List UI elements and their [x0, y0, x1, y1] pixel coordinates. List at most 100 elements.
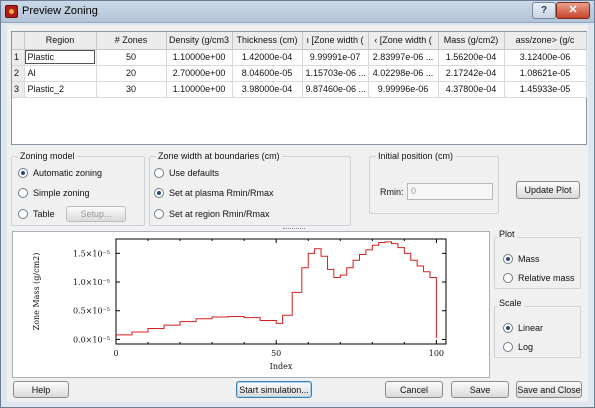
col-header-mass-per-zone[interactable]: ass/zone> (g/c — [504, 32, 587, 50]
close-window-button[interactable]: ✕ — [556, 2, 590, 19]
cell-max-zone-width[interactable]: 4.02298e-06 ... — [368, 65, 439, 82]
plot-area: 0 50 100 0.0×10⁻⁵ 0.5×10⁻⁵ 1.0×10⁻⁵ 1.5×10⁻⁵ In… — [12, 231, 490, 378]
app-icon — [5, 5, 18, 18]
radio-label: Use defaults — [169, 168, 220, 178]
cell-zones[interactable]: 30 — [96, 81, 167, 98]
radio-button[interactable] — [154, 209, 164, 219]
cell-max-zone-width[interactable]: 2.83997e-06 ... — [368, 49, 439, 66]
x-axis-label: Index — [270, 362, 293, 371]
plot-label: Plot — [497, 229, 517, 239]
col-header-min-zone-width[interactable]: ı [Zone width ( — [302, 32, 369, 50]
radio-simple-zoning[interactable]: Simple zoning — [18, 188, 90, 198]
y-tick-label: 1.0×10⁻⁵ — [73, 278, 110, 287]
start-simulation-button[interactable]: Start simulation... — [236, 381, 312, 398]
help-button[interactable]: Help — [13, 381, 69, 398]
radio-log[interactable]: Log — [503, 342, 533, 352]
cell-thickness[interactable]: 1.42000e-04 — [232, 49, 303, 66]
cell-density[interactable]: 2.70000e+00 — [166, 65, 233, 82]
window-title: Preview Zoning — [22, 5, 98, 17]
cell-density[interactable]: 1.10000e+00 — [166, 81, 233, 98]
cancel-button[interactable]: Cancel — [385, 381, 443, 398]
preview-zoning-window: Preview Zoning ? ✕ Region # Zones Densit… — [0, 0, 595, 408]
radio-label: Simple zoning — [33, 188, 90, 198]
radio-plasma-rmin-rmax[interactable]: Set at plasma Rmin/Rmax — [154, 188, 274, 198]
table-row[interactable]: 1 Plastic 50 1.10000e+00 1.42000e-04 9.9… — [12, 49, 587, 66]
y-axis-label: Zone Mass (g/cm2) — [32, 253, 41, 331]
cell-thickness[interactable]: 8.04600e-05 — [232, 65, 303, 82]
cell-max-zone-width[interactable]: 9.99996e-06 — [368, 81, 439, 98]
col-header-density[interactable]: Density (g/cm3 — [166, 32, 233, 50]
cell-mass[interactable]: 1.56200e-04 — [438, 49, 505, 66]
setup-button[interactable]: Setup... — [66, 206, 126, 222]
radio-button[interactable] — [503, 323, 513, 333]
radio-region-rmin-rmax[interactable]: Set at region Rmin/Rmax — [154, 209, 270, 219]
cell-zones[interactable]: 20 — [96, 65, 167, 82]
row-index[interactable]: 1 — [12, 49, 25, 66]
title-help-button[interactable]: ? — [532, 2, 556, 19]
radio-label: Set at plasma Rmin/Rmax — [169, 188, 274, 198]
radio-label: Linear — [518, 323, 544, 333]
cell-mass[interactable]: 4.37800e-04 — [438, 81, 505, 98]
cell-zones[interactable]: 50 — [96, 49, 167, 66]
scale-group: Scale Linear Log — [494, 298, 581, 358]
zone-width-group: Zone width at boundaries (cm) Use defaul… — [149, 151, 351, 226]
radio-button[interactable] — [503, 342, 513, 352]
cell-thickness[interactable]: 3.98000e-04 — [232, 81, 303, 98]
cell-density[interactable]: 1.10000e+00 — [166, 49, 233, 66]
radio-label: Set at region Rmin/Rmax — [169, 209, 270, 219]
row-index[interactable]: 2 — [12, 65, 25, 82]
plot-axes-frame — [115, 238, 447, 345]
radio-label: Automatic zoning — [33, 168, 103, 178]
radio-button[interactable] — [503, 273, 513, 283]
radio-linear[interactable]: Linear — [503, 323, 543, 333]
title-bar[interactable]: Preview Zoning ? ✕ — [1, 1, 594, 23]
save-and-close-button[interactable]: Save and Close — [516, 381, 582, 398]
table-row[interactable]: 2 Al 20 2.70000e+00 8.04600e-05 1.15703e… — [12, 65, 587, 82]
cell-mass-per-zone[interactable]: 3.12400e-06 — [504, 49, 587, 66]
regions-table[interactable]: Region # Zones Density (g/cm3 Thickness … — [11, 31, 587, 145]
save-button[interactable]: Save — [451, 381, 509, 398]
radio-button[interactable] — [18, 168, 28, 178]
radio-mass[interactable]: Mass — [503, 254, 540, 264]
col-header-max-zone-width[interactable]: ‹ [Zone width ( — [368, 32, 439, 50]
scale-label: Scale — [497, 298, 524, 308]
radio-table[interactable]: Table — [18, 209, 55, 219]
rmin-input[interactable]: 0 — [407, 183, 493, 200]
rmin-label: Rmin: — [380, 187, 404, 197]
radio-label: Log — [518, 342, 534, 352]
y-tick-label: 0.5×10⁻⁵ — [73, 307, 110, 316]
update-plot-button[interactable]: Update Plot — [516, 181, 580, 199]
cell-mass[interactable]: 2.17242e-04 — [438, 65, 505, 82]
radio-button[interactable] — [154, 188, 164, 198]
y-tick-label: 0.0×10⁻⁵ — [73, 335, 110, 344]
radio-use-defaults[interactable]: Use defaults — [154, 168, 219, 178]
plot-type-group: Plot Mass Relative mass — [494, 229, 581, 289]
col-header-mass[interactable]: Mass (g/cm2) — [438, 32, 505, 50]
col-header-thickness[interactable]: Thickness (cm) — [232, 32, 303, 50]
col-header-region[interactable]: Region — [24, 32, 97, 50]
corner-header — [12, 32, 25, 50]
row-index[interactable]: 3 — [12, 81, 25, 98]
x-tick-label: 0 — [113, 349, 118, 358]
cell-region[interactable]: Plastic_2 — [24, 81, 97, 98]
cell-mass-per-zone[interactable]: 1.45933e-05 — [504, 81, 587, 98]
zone-mass-chart: 0 50 100 0.0×10⁻⁵ 0.5×10⁻⁵ 1.0×10⁻⁵ 1.5×10⁻⁵ In… — [32, 238, 447, 371]
radio-button[interactable] — [18, 188, 28, 198]
cell-mass-per-zone[interactable]: 1.08621e-05 — [504, 65, 587, 82]
radio-button[interactable] — [503, 254, 513, 264]
initial-position-label: Initial position (cm) — [376, 151, 456, 161]
cell-min-zone-width[interactable]: 1.15703e-06 ... — [302, 65, 369, 82]
radio-automatic-zoning[interactable]: Automatic zoning — [18, 168, 102, 178]
radio-relative-mass[interactable]: Relative mass — [503, 273, 575, 283]
zoning-model-group: Zoning model Automatic zoning Simple zon… — [11, 151, 145, 226]
radio-button[interactable] — [154, 168, 164, 178]
cell-min-zone-width[interactable]: 9.99991e-07 — [302, 49, 369, 66]
table-row[interactable]: 3 Plastic_2 30 1.10000e+00 3.98000e-04 9… — [12, 81, 587, 98]
radio-button[interactable] — [18, 209, 28, 219]
cell-region[interactable]: Plastic — [24, 49, 97, 66]
cell-min-zone-width[interactable]: 9.87460e-06 ... — [302, 81, 369, 98]
zoning-model-label: Zoning model — [18, 151, 77, 161]
dialog-body: Region # Zones Density (g/cm3 Thickness … — [7, 25, 588, 402]
cell-region[interactable]: Al — [24, 65, 97, 82]
col-header-zones[interactable]: # Zones — [96, 32, 167, 50]
